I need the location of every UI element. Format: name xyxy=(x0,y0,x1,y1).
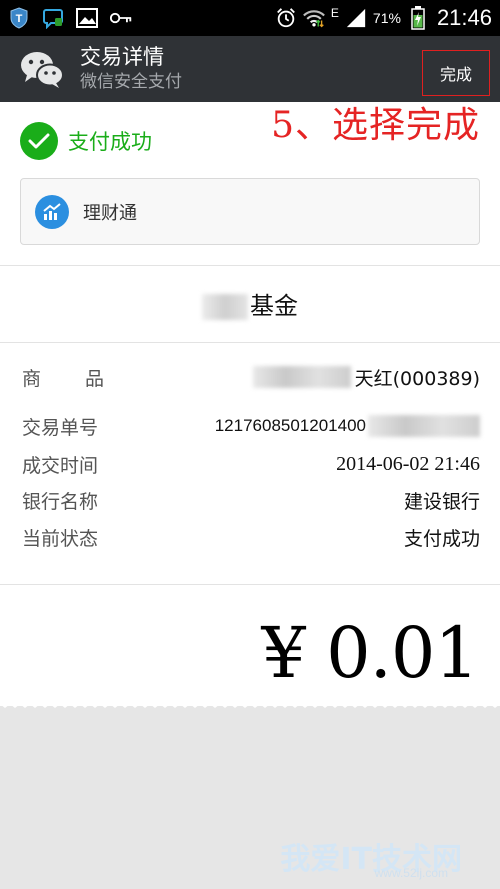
detail-value: 1217608501201400 xyxy=(215,415,480,437)
header-bar: 交易详情 微信安全支付 完成 xyxy=(0,36,500,102)
detail-label: 成交时间 xyxy=(22,454,99,477)
redacted-text xyxy=(368,415,480,437)
detail-value: 2014-06-02 21:46 xyxy=(336,452,480,475)
divider xyxy=(0,342,500,343)
detail-row-time: 成交时间 2014-06-02 21:46 xyxy=(22,449,480,479)
divider xyxy=(0,584,500,585)
detail-row-bank: 银行名称 建设银行 xyxy=(22,485,480,515)
watermark-url: www.52ij.com xyxy=(374,866,448,880)
alarm-icon xyxy=(275,7,297,29)
wifi-icon xyxy=(302,7,325,29)
detail-label: 商品 xyxy=(22,367,149,390)
detail-value: 建设银行 xyxy=(403,490,480,513)
payment-status-text: 支付成功 xyxy=(68,130,152,154)
chat-icon xyxy=(42,7,64,29)
done-button[interactable]: 完成 xyxy=(422,50,490,96)
payment-amount: ¥ 0.01 xyxy=(261,612,479,694)
status-bar: T E 71% 21:46 xyxy=(0,0,500,36)
detail-row-order-number: 交易单号 1217608501201400 xyxy=(22,411,480,441)
shield-icon: T xyxy=(8,7,30,29)
detail-value: 支付成功 xyxy=(403,527,480,550)
licaitong-card[interactable]: 理财通 xyxy=(20,178,480,245)
battery-percent: 71% xyxy=(372,10,401,26)
divider xyxy=(0,265,500,266)
checkmark-icon xyxy=(20,122,58,160)
image-icon xyxy=(76,7,98,29)
licaitong-label: 理财通 xyxy=(83,202,137,224)
detail-value: 天红(000389) xyxy=(252,364,480,391)
wechat-logo-icon xyxy=(16,47,68,91)
svg-text:T: T xyxy=(16,13,23,25)
trend-chart-icon xyxy=(35,194,69,229)
redacted-text xyxy=(202,294,248,320)
signal-icon xyxy=(345,7,367,29)
detail-row-product: 商品 天红(000389) xyxy=(22,362,480,392)
payment-status-row: 支付成功 xyxy=(20,122,152,160)
page-title: 交易详情 xyxy=(80,45,164,69)
redacted-text xyxy=(252,366,351,388)
detail-label: 交易单号 xyxy=(22,416,99,439)
fund-name-text: 基金 xyxy=(250,292,298,320)
fund-name: 基金 xyxy=(0,286,500,321)
step-annotation: 5、选择完成 xyxy=(271,105,480,146)
detail-label: 银行名称 xyxy=(22,490,99,513)
order-number-value: 1217608501201400 xyxy=(214,416,366,435)
detail-label: 当前状态 xyxy=(22,527,99,550)
network-type-label: E xyxy=(330,6,339,20)
key-icon xyxy=(110,7,132,29)
page-subtitle: 微信安全支付 xyxy=(80,72,182,92)
product-value: 天红(000389) xyxy=(354,367,480,390)
clock: 21:46 xyxy=(436,5,492,30)
battery-icon xyxy=(407,6,429,30)
receipt-edge xyxy=(0,700,500,708)
detail-row-status: 当前状态 支付成功 xyxy=(22,522,480,552)
